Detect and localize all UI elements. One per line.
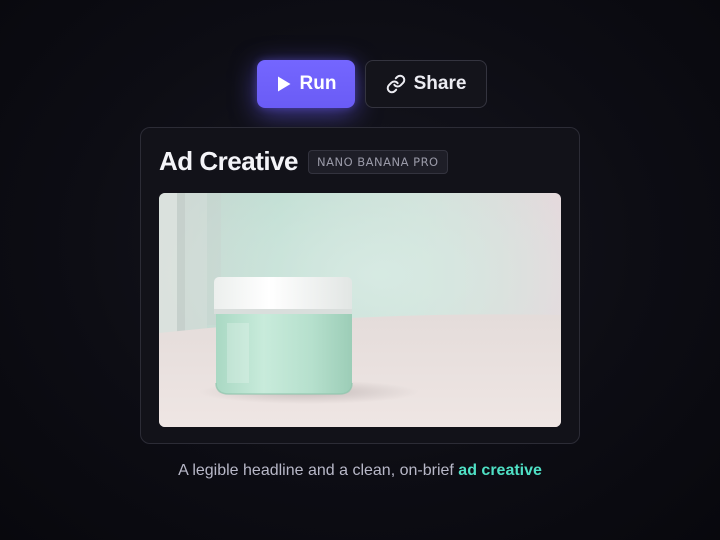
caption: A legible headline and a clean, on-brief… xyxy=(0,462,720,480)
product-photo xyxy=(159,193,561,427)
caption-highlight: ad creative xyxy=(458,462,542,479)
card-header: Ad Creative NANO BANANA PRO xyxy=(159,146,448,177)
play-icon xyxy=(276,75,292,93)
run-label: Run xyxy=(299,73,337,94)
ad-creative-card: Ad Creative NANO BANANA PRO xyxy=(140,127,580,444)
caption-text: A legible headline and a clean, on-brief xyxy=(178,462,454,479)
share-button[interactable]: Share xyxy=(365,60,487,108)
card-title: Ad Creative xyxy=(159,146,299,176)
model-badge: NANO BANANA PRO xyxy=(308,149,448,174)
share-label: Share xyxy=(413,73,467,94)
run-button[interactable]: Run xyxy=(257,60,355,108)
link-icon xyxy=(386,74,406,94)
ad-creative-image xyxy=(159,193,561,427)
toolbar: Run Share xyxy=(0,60,720,108)
